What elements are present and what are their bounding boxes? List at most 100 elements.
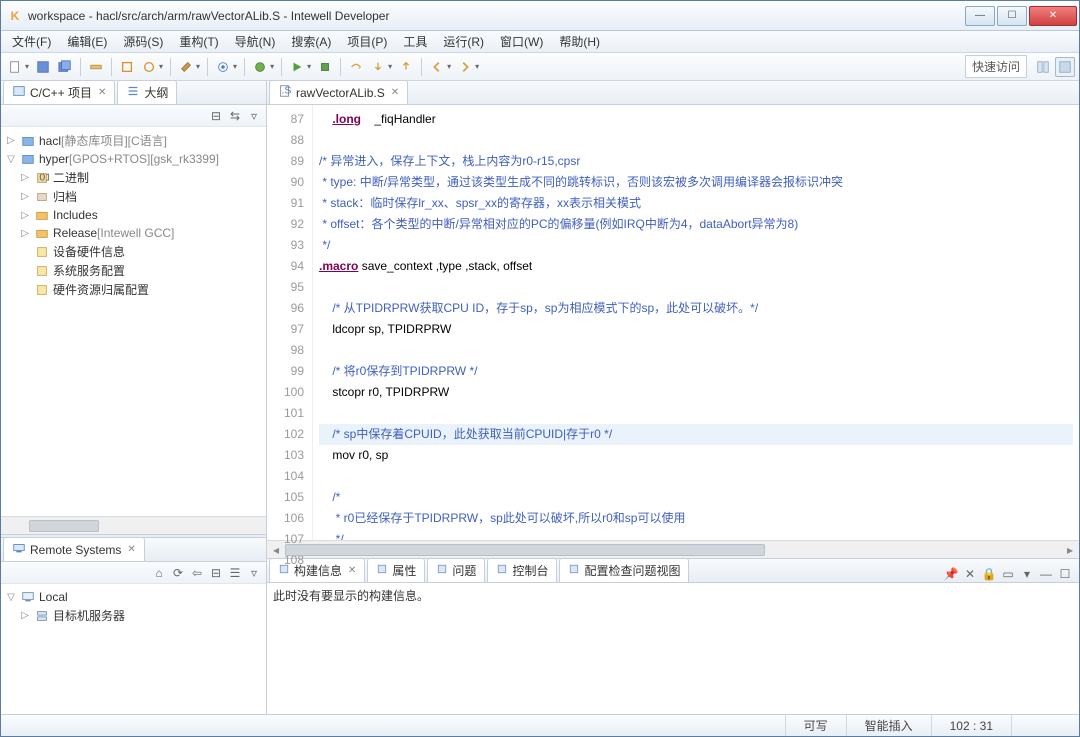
collapse-icon[interactable]: ⊟	[208, 565, 224, 581]
code-line[interactable]: mov r0, sp	[319, 445, 1073, 466]
target-button[interactable]	[213, 57, 233, 77]
menu-item[interactable]: 重构(T)	[172, 31, 225, 52]
clear-icon[interactable]: ✕	[962, 566, 978, 582]
back-button[interactable]	[427, 57, 447, 77]
menu-item[interactable]: 帮助(H)	[552, 31, 607, 52]
menu-item[interactable]: 窗口(W)	[493, 31, 550, 52]
bottom-tab[interactable]: 配置检查问题视图	[559, 558, 689, 582]
h-scrollbar[interactable]	[1, 516, 266, 534]
close-icon[interactable]: ✕	[98, 87, 106, 98]
save-button[interactable]	[33, 57, 53, 77]
quick-access-input[interactable]: 快速访问	[965, 55, 1027, 78]
view-menu-icon[interactable]: ▿	[246, 108, 262, 124]
bottom-tab[interactable]: 问题	[427, 558, 485, 582]
tree-item-hw-config[interactable]: 设备硬件信息	[3, 242, 264, 261]
menu-item[interactable]: 搜索(A)	[284, 31, 338, 52]
close-icon[interactable]: ✕	[127, 544, 135, 555]
dropdown-icon[interactable]: ▾	[388, 62, 394, 71]
code-line[interactable]: .macro save_context ,type ,stack, offset	[319, 256, 1073, 277]
expand-icon[interactable]: ▷	[19, 210, 31, 221]
code-line[interactable]: ldcopr sp, TPIDRPRW	[319, 319, 1073, 340]
code-line[interactable]: * stack：临时保存lr_xx、spsr_xx的寄存器，xx表示相关模式	[319, 193, 1073, 214]
new-button[interactable]	[5, 57, 25, 77]
filter-icon[interactable]: ☰	[227, 565, 243, 581]
code-line[interactable]: /* 将r0保存到TPIDRPRW */	[319, 361, 1073, 382]
dropdown-icon[interactable]: ▾	[307, 62, 313, 71]
link-editor-icon[interactable]: ⇆	[227, 108, 243, 124]
scrollbar-thumb[interactable]	[285, 544, 765, 556]
pin-icon[interactable]: 📌	[943, 566, 959, 582]
code-line[interactable]: stcopr r0, TPIDRPRW	[319, 382, 1073, 403]
refresh-icon[interactable]: ⟳	[170, 565, 186, 581]
scroll-right-icon[interactable]: ▸	[1061, 542, 1079, 558]
menu-item[interactable]: 运行(R)	[436, 31, 491, 52]
tree-item-local[interactable]: ▽ Local	[3, 588, 264, 606]
run-button[interactable]	[287, 57, 307, 77]
expand-icon[interactable]: ▷	[19, 228, 31, 239]
dropdown-icon[interactable]: ▾	[196, 62, 202, 71]
tree-item-archive[interactable]: ▷ 归档	[3, 187, 264, 206]
tree-item-hacl[interactable]: ▷ hacl[静态库项目][C语言]	[3, 131, 264, 150]
code-line[interactable]	[319, 403, 1073, 424]
menu-item[interactable]: 源码(S)	[116, 31, 170, 52]
menu-item[interactable]: 工具	[396, 31, 434, 52]
tab-outline[interactable]: 大纲	[117, 80, 177, 104]
tree-item-res-config[interactable]: 硬件资源归属配置	[3, 280, 264, 299]
editor-h-scrollbar[interactable]: ◂ ▸	[267, 540, 1079, 558]
code-area[interactable]: .long _fiqHandler /* 异常进入，保存上下文，栈上内容为r0-…	[313, 105, 1079, 540]
expand-icon[interactable]: ▷	[19, 191, 31, 202]
code-line[interactable]: * offset：各个类型的中断/异常相对应的PC的偏移量(例如IRQ中断为4，…	[319, 214, 1073, 235]
maximize-icon[interactable]: ☐	[1057, 566, 1073, 582]
build-all-button[interactable]	[139, 57, 159, 77]
home-icon[interactable]: ⌂	[151, 565, 167, 581]
debug-button[interactable]	[250, 57, 270, 77]
step-return-button[interactable]	[396, 57, 416, 77]
code-line[interactable]	[319, 340, 1073, 361]
code-line[interactable]: */	[319, 235, 1073, 256]
scrollbar-thumb[interactable]	[29, 520, 99, 532]
code-line[interactable]: /* sp中保存着CPUID，此处获取当前CPUID|存于r0 */	[319, 424, 1073, 445]
dropdown-icon[interactable]: ▾	[475, 62, 481, 71]
perspective-c-button[interactable]	[1055, 57, 1075, 77]
remote-tree[interactable]: ▽ Local ▷ 目标机服务器	[1, 584, 266, 714]
collapse-icon[interactable]: ▽	[5, 154, 17, 165]
dropdown-icon[interactable]: ▾	[270, 62, 276, 71]
lock-icon[interactable]: 🔒	[981, 566, 997, 582]
scroll-track[interactable]	[285, 542, 1061, 558]
tree-item-svc-config[interactable]: 系统服务配置	[3, 261, 264, 280]
code-line[interactable]	[319, 466, 1073, 487]
forward-button[interactable]	[455, 57, 475, 77]
build-button[interactable]	[117, 57, 137, 77]
minimize-icon[interactable]: —	[1038, 566, 1054, 582]
code-line[interactable]: * r0已经保存于TPIDRPRW，sp此处可以破坏,所以r0和sp可以使用	[319, 508, 1073, 529]
dropdown-icon[interactable]: ▾	[25, 62, 31, 71]
stop-button[interactable]	[315, 57, 335, 77]
menu-icon[interactable]: ▾	[1019, 566, 1035, 582]
tree-item-target[interactable]: ▷ 目标机服务器	[3, 606, 264, 625]
expand-icon[interactable]: ▷	[19, 610, 31, 621]
tree-item-includes[interactable]: ▷ Includes	[3, 206, 264, 224]
collapse-all-icon[interactable]: ⊟	[208, 108, 224, 124]
code-line[interactable]	[319, 130, 1073, 151]
tab-remote-systems[interactable]: Remote Systems ✕	[3, 537, 145, 561]
expand-icon[interactable]: ▷	[19, 172, 31, 183]
dropdown-icon[interactable]: ▾	[447, 62, 453, 71]
project-tree[interactable]: ▷ hacl[静态库项目][C语言] ▽ hyper[GPOS+RTOS][gs…	[1, 127, 266, 516]
bottom-tab[interactable]: 控制台	[487, 558, 557, 582]
code-line[interactable]: /* 从TPIDRPRW获取CPU ID，存于sp，sp为相应模式下的sp，此处…	[319, 298, 1073, 319]
tree-item-release[interactable]: ▷ Release[Intewell GCC]	[3, 224, 264, 242]
menu-item[interactable]: 项目(P)	[340, 31, 394, 52]
tree-item-binary[interactable]: ▷ 01 二进制	[3, 168, 264, 187]
menu-icon[interactable]: ▿	[246, 565, 262, 581]
perspective-button[interactable]	[1033, 57, 1053, 77]
editor-body[interactable]: 8788899091929394959697989910010110210310…	[267, 105, 1079, 540]
expand-icon[interactable]: ▷	[5, 135, 17, 146]
editor-tab[interactable]: .S rawVectorALib.S ✕	[269, 80, 408, 104]
dropdown-icon[interactable]: ▾	[159, 62, 165, 71]
code-line[interactable]: /* 异常进入，保存上下文，栈上内容为r0-r15,cpsr	[319, 151, 1073, 172]
code-line[interactable]: * type: 中断/异常类型，通过该类型生成不同的跳转标识，否则该宏被多次调用…	[319, 172, 1073, 193]
code-line[interactable]	[319, 277, 1073, 298]
code-line[interactable]: */	[319, 529, 1073, 540]
minimize-button[interactable]: —	[965, 6, 995, 26]
maximize-button[interactable]: ☐	[997, 6, 1027, 26]
